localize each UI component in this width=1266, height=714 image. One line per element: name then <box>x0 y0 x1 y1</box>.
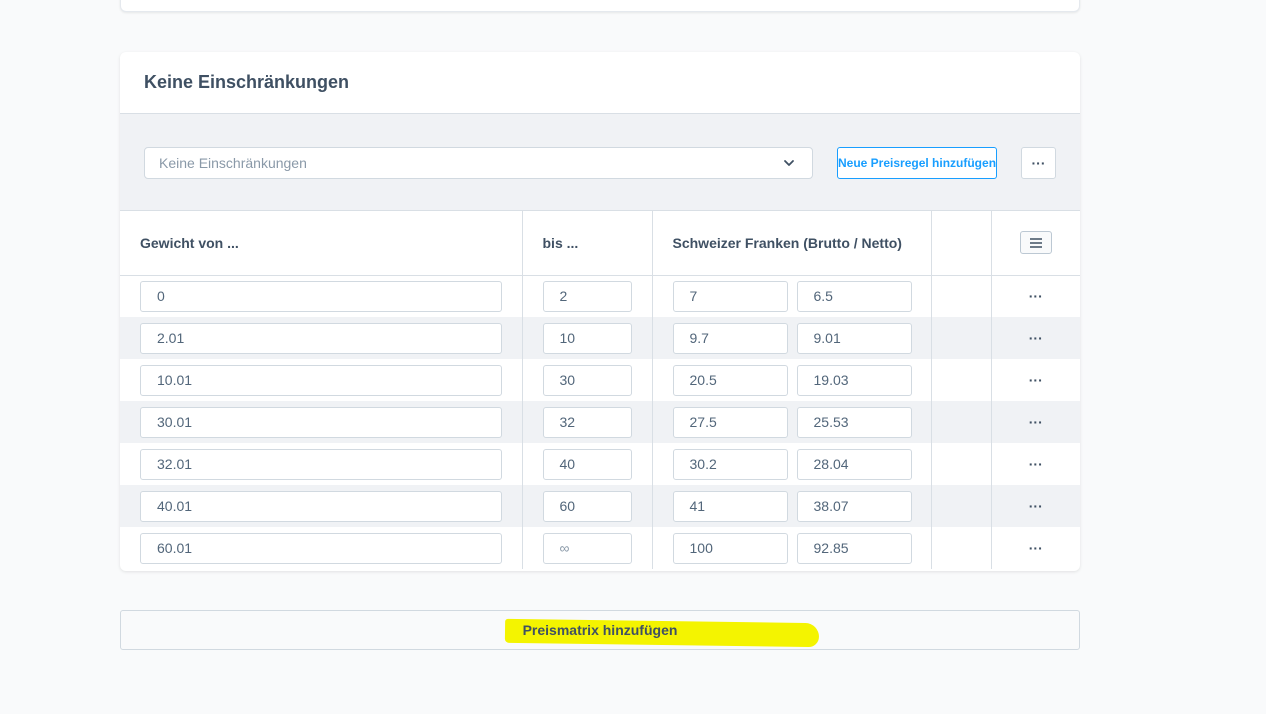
row-more-button[interactable]: ··· <box>990 275 1080 317</box>
price-inputs: 9.7 9.01 <box>653 322 931 354</box>
weight-from-input[interactable]: 40.01 <box>140 490 502 522</box>
add-price-matrix-label: Preismatrix hinzufügen <box>522 622 678 638</box>
cell-weight-to: 32 <box>521 401 652 443</box>
price-brutto-input[interactable]: 27.5 <box>672 406 788 438</box>
weight-from-input[interactable]: 30.01 <box>140 406 502 438</box>
table-row: 2.01 10 9.7 9.01 ··· <box>120 317 1080 359</box>
price-brutto-input[interactable]: 30.2 <box>672 448 788 480</box>
row-more-button[interactable]: ··· <box>990 527 1080 569</box>
cell-empty <box>930 527 991 569</box>
header-empty <box>930 211 991 276</box>
weight-from-input[interactable]: 2.01 <box>140 322 502 354</box>
weight-to-input[interactable]: ∞ <box>542 532 632 564</box>
price-netto-input[interactable]: 38.07 <box>796 490 912 522</box>
cell-weight-to: 40 <box>521 443 652 485</box>
weight-to-input[interactable]: 32 <box>542 406 632 438</box>
price-brutto-input[interactable]: 7 <box>672 280 788 312</box>
cell-weight-to: 10 <box>521 317 652 359</box>
table-header-row: Gewicht von ... bis ... Schweizer Franke… <box>120 211 1080 276</box>
cell-weight-from: 40.01 <box>120 485 522 527</box>
price-brutto-input[interactable]: 20.5 <box>672 364 788 396</box>
price-brutto-input[interactable]: 100 <box>672 532 788 564</box>
toolbar-more-button[interactable]: ··· <box>1021 147 1056 179</box>
weight-to-input[interactable]: 40 <box>542 448 632 480</box>
weight-to-input[interactable]: 10 <box>542 322 632 354</box>
cell-weight-to: 30 <box>521 359 652 401</box>
weight-from-input[interactable]: 60.01 <box>140 532 502 564</box>
price-inputs: 27.5 25.53 <box>653 406 931 438</box>
table-row: 0 2 7 6.5 ··· <box>120 275 1080 317</box>
rule-select[interactable]: Keine Einschränkungen <box>144 147 813 179</box>
header-price: Schweizer Franken (Brutto / Netto) <box>651 211 931 276</box>
cell-weight-from: 0 <box>120 275 522 317</box>
cell-empty <box>930 359 991 401</box>
cell-weight-to: 2 <box>521 275 652 317</box>
cell-empty <box>930 485 991 527</box>
cell-price: 20.5 19.03 <box>651 359 931 401</box>
header-menu-cell <box>990 211 1080 276</box>
cell-price: 100 92.85 <box>651 527 931 569</box>
cell-price: 30.2 28.04 <box>651 443 931 485</box>
price-inputs: 30.2 28.04 <box>653 448 931 480</box>
price-netto-input[interactable]: 6.5 <box>796 280 912 312</box>
row-more-button[interactable]: ··· <box>990 359 1080 401</box>
cell-empty <box>930 275 991 317</box>
price-brutto-input[interactable]: 41 <box>672 490 788 522</box>
weight-from-input[interactable]: 0 <box>140 280 502 312</box>
table-row: 30.01 32 27.5 25.53 ··· <box>120 401 1080 443</box>
price-netto-input[interactable]: 9.01 <box>796 322 912 354</box>
hamburger-icon <box>1029 238 1042 248</box>
cell-price: 41 38.07 <box>651 485 931 527</box>
weight-from-input[interactable]: 32.01 <box>140 448 502 480</box>
column-menu-button[interactable] <box>1019 231 1052 255</box>
row-more-button[interactable]: ··· <box>990 317 1080 359</box>
price-inputs: 7 6.5 <box>653 280 931 312</box>
add-price-matrix-button[interactable]: Preismatrix hinzufügen <box>120 610 1080 650</box>
rule-toolbar: Keine Einschränkungen Neue Preisregel hi… <box>120 114 1080 211</box>
card-title: Keine Einschränkungen <box>144 72 350 92</box>
weight-to-input[interactable]: 30 <box>542 364 632 396</box>
card-header: Keine Einschränkungen <box>120 52 1080 114</box>
price-table: Gewicht von ... bis ... Schweizer Franke… <box>120 211 1080 569</box>
table-row: 60.01 ∞ 100 92.85 ··· <box>120 527 1080 569</box>
table-row: 10.01 30 20.5 19.03 ··· <box>120 359 1080 401</box>
cell-price: 9.7 9.01 <box>651 317 931 359</box>
weight-to-input[interactable]: 2 <box>542 280 632 312</box>
previous-card-bottom <box>120 0 1080 12</box>
cell-price: 7 6.5 <box>651 275 931 317</box>
cell-weight-from: 30.01 <box>120 401 522 443</box>
cell-weight-from: 2.01 <box>120 317 522 359</box>
add-price-rule-button[interactable]: Neue Preisregel hinzufügen <box>837 147 997 179</box>
rule-select-value: Keine Einschränkungen <box>159 155 307 171</box>
price-inputs: 20.5 19.03 <box>653 364 931 396</box>
price-inputs: 100 92.85 <box>653 532 931 564</box>
row-more-button[interactable]: ··· <box>990 485 1080 527</box>
cell-weight-from: 32.01 <box>120 443 522 485</box>
price-netto-input[interactable]: 92.85 <box>796 532 912 564</box>
cell-empty <box>930 443 991 485</box>
price-inputs: 41 38.07 <box>653 490 931 522</box>
price-brutto-input[interactable]: 9.7 <box>672 322 788 354</box>
chevron-down-icon <box>784 160 794 166</box>
cell-weight-to: ∞ <box>521 527 652 569</box>
price-netto-input[interactable]: 19.03 <box>796 364 912 396</box>
price-netto-input[interactable]: 25.53 <box>796 406 912 438</box>
header-weight-to: bis ... <box>521 211 652 276</box>
cell-weight-to: 60 <box>521 485 652 527</box>
price-matrix-card: Keine Einschränkungen Keine Einschränkun… <box>120 52 1080 571</box>
cell-empty <box>930 317 991 359</box>
table-row: 32.01 40 30.2 28.04 ··· <box>120 443 1080 485</box>
weight-to-input[interactable]: 60 <box>542 490 632 522</box>
cell-weight-from: 10.01 <box>120 359 522 401</box>
cell-price: 27.5 25.53 <box>651 401 931 443</box>
price-netto-input[interactable]: 28.04 <box>796 448 912 480</box>
row-more-button[interactable]: ··· <box>990 401 1080 443</box>
weight-from-input[interactable]: 10.01 <box>140 364 502 396</box>
cell-weight-from: 60.01 <box>120 527 522 569</box>
header-weight-from: Gewicht von ... <box>120 211 522 276</box>
table-row: 40.01 60 41 38.07 ··· <box>120 485 1080 527</box>
cell-empty <box>930 401 991 443</box>
row-more-button[interactable]: ··· <box>990 443 1080 485</box>
